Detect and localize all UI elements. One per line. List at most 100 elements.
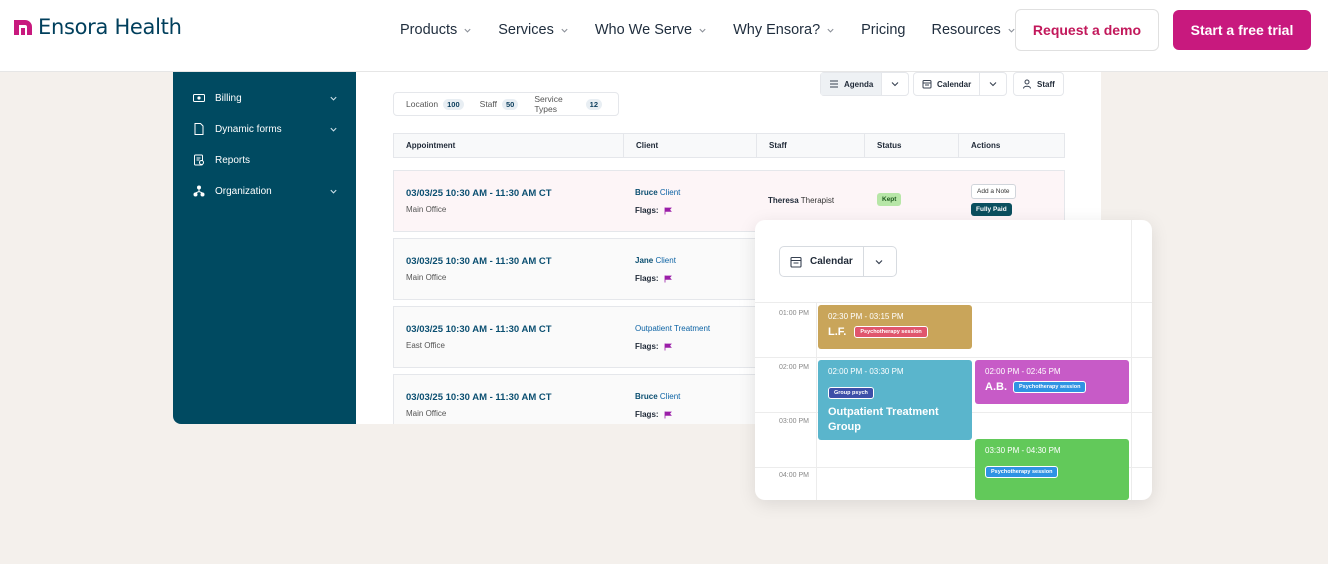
client-name[interactable]: Outpatient Treatment [635, 324, 710, 333]
nav-label: Why Ensora? [733, 22, 821, 38]
col-appointment[interactable]: Appointment [394, 134, 624, 157]
chevron-down-icon [561, 28, 568, 33]
grid-line [816, 302, 817, 500]
client-name[interactable]: Bruce Client [635, 188, 680, 197]
agenda-view-dropdown[interactable] [881, 73, 908, 95]
nav-services[interactable]: Services [498, 22, 569, 38]
nav-who-we-serve[interactable]: Who We Serve [595, 22, 707, 38]
calendar-icon [922, 80, 932, 89]
start-trial-button[interactable]: Start a free trial [1173, 10, 1311, 50]
view-label: Agenda [844, 79, 874, 89]
flags: Flags: [635, 274, 672, 283]
chevron-down-icon [827, 28, 834, 33]
filter-chips: Location 100 Staff 50 Service Types 12 [393, 92, 619, 116]
col-client[interactable]: Client [624, 134, 757, 157]
flags: Flags: [635, 342, 672, 351]
calendar-icon [790, 256, 802, 268]
flag-icon [664, 275, 672, 282]
grid-line [755, 302, 1152, 303]
client-name[interactable]: Jane Client [635, 256, 676, 265]
payment-badge: Fully Paid [971, 203, 1012, 216]
list-icon [830, 80, 838, 88]
nav-label: Who We Serve [594, 22, 693, 38]
sidebar-item-reports[interactable]: Reports [193, 150, 338, 170]
sidebar-item-billing[interactable]: Billing [193, 88, 338, 108]
staff-view-button[interactable]: Staff [1013, 72, 1064, 96]
nav-pricing[interactable]: Pricing [861, 22, 905, 38]
calendar-event[interactable]: 02:00 PM - 03:30 PM Group psych Outpatie… [818, 360, 972, 440]
filter-count: 100 [443, 98, 464, 110]
appointment-time[interactable]: 03/03/25 10:30 AM - 11:30 AM CT [406, 324, 552, 335]
app-sidebar: Billing Dynamic forms Reports Organizati… [173, 72, 356, 424]
site-header: Ensora Health Products Services Who We S… [0, 0, 1328, 72]
filter-count: 12 [585, 98, 602, 110]
brand-name: Ensora Health [38, 15, 182, 39]
event-time: 02:30 PM - 03:15 PM [828, 312, 904, 321]
col-staff[interactable]: Staff [757, 134, 865, 157]
client-first: Bruce [635, 188, 658, 197]
calendar-event[interactable]: 02:30 PM - 03:15 PM L.F. Psychotherapy s… [818, 305, 972, 349]
user-icon [1023, 79, 1031, 89]
sidebar-item-dynamic-forms[interactable]: Dynamic forms [193, 119, 338, 139]
appointment-location: Main Office [406, 273, 447, 282]
grid-line [1131, 220, 1132, 500]
event-time: 02:00 PM - 03:30 PM [828, 367, 904, 376]
appointment-location: East Office [406, 341, 445, 350]
chevron-down-icon [330, 127, 337, 132]
ensora-logo-icon [14, 20, 32, 35]
col-actions[interactable]: Actions [959, 134, 1066, 157]
calendar-event[interactable]: 03:30 PM - 04:30 PM Psychotherapy sessio… [975, 439, 1129, 500]
sidebar-item-label: Dynamic forms [215, 123, 282, 135]
chevron-down-icon [464, 28, 471, 33]
status-badge: Kept [877, 193, 902, 206]
staff-rest: Therapist [800, 196, 835, 205]
add-note-button[interactable]: Add a Note [971, 184, 1016, 199]
event-tag: Psychotherapy session [985, 466, 1059, 478]
filter-count: 50 [501, 98, 519, 110]
calendar-view-dropdown[interactable] [862, 247, 894, 276]
request-demo-button[interactable]: Request a demo [1015, 9, 1159, 51]
chevron-down-icon [891, 82, 899, 87]
sidebar-item-label: Billing [215, 92, 242, 104]
filter-staff[interactable]: Staff 50 [480, 98, 519, 110]
calendar-view-label: Calendar [810, 256, 853, 267]
appointment-time[interactable]: 03/03/25 10:30 AM - 11:30 AM CT [406, 188, 552, 199]
calendar-view-button[interactable]: Calendar [914, 73, 979, 95]
nav-label: Pricing [861, 22, 906, 38]
col-status[interactable]: Status [865, 134, 959, 157]
calendar-event[interactable]: 02:00 PM - 02:45 PM A.B. Psychotherapy s… [975, 360, 1129, 404]
calendar-view-select: Calendar [779, 246, 897, 277]
sidebar-item-organization[interactable]: Organization [193, 181, 338, 201]
time-label: 01:00 PM [779, 310, 809, 317]
calendar-view-button[interactable]: Calendar [780, 247, 863, 276]
flag-icon [664, 207, 672, 214]
appointment-time[interactable]: 03/03/25 10:30 AM - 11:30 AM CT [406, 392, 552, 403]
reports-icon [194, 154, 204, 166]
organization-icon [193, 185, 205, 197]
client-name[interactable]: Bruce Client [635, 392, 680, 401]
brand-logo[interactable]: Ensora Health [14, 15, 182, 39]
filter-location[interactable]: Location 100 [406, 98, 464, 110]
filter-label: Location [406, 99, 439, 109]
event-name: L.F. [828, 326, 847, 338]
filter-service-types[interactable]: Service Types 12 [534, 94, 602, 114]
calendar-view-dropdown[interactable] [979, 73, 1006, 95]
calendar-view-toggle: Calendar [913, 72, 1008, 96]
flag-icon [664, 411, 672, 418]
agenda-view-button[interactable]: Agenda [821, 73, 882, 95]
flags-label: Flags: [635, 206, 659, 215]
appointment-location: Main Office [406, 205, 447, 214]
client-rest: Client [659, 188, 681, 197]
chevron-down-icon [875, 259, 883, 264]
nav-products[interactable]: Products [400, 22, 472, 38]
filter-label: Service Types [534, 94, 563, 114]
flag-icon [664, 343, 672, 350]
view-label: Staff [1037, 79, 1055, 89]
appointment-time[interactable]: 03/03/25 10:30 AM - 11:30 AM CT [406, 256, 552, 267]
nav-why-ensora[interactable]: Why Ensora? [733, 22, 835, 38]
grid-line [755, 357, 1152, 358]
sidebar-item-label: Reports [215, 154, 251, 166]
nav-resources[interactable]: Resources [931, 22, 1015, 38]
view-label: Calendar [937, 79, 972, 89]
client-rest: Client [659, 392, 681, 401]
